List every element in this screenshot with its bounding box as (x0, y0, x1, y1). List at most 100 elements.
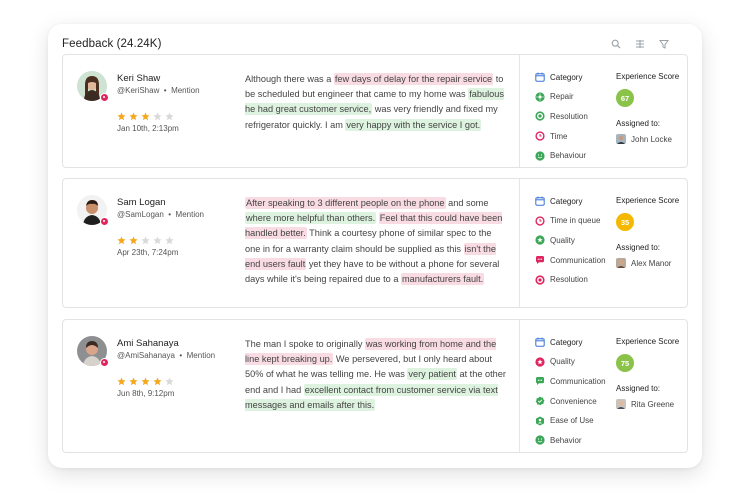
clock-icon (535, 131, 545, 141)
category-item[interactable]: Ease of Use (535, 415, 615, 427)
handle-text: @KeriShaw (117, 86, 160, 95)
category-item-label: Resolution (550, 111, 588, 121)
category-item[interactable]: Time (535, 130, 615, 142)
target-icon (535, 111, 545, 121)
reviewer-handle: @SamLogan • Mention (117, 210, 204, 219)
feedback-card[interactable]: Ami Sahanaya @AmiSahanaya • Mention Jun … (62, 319, 688, 453)
category-item-label: Quality (550, 357, 575, 367)
columns-icon[interactable] (634, 38, 646, 50)
category-item-label: Time (550, 131, 568, 141)
category-list: Category Time in queue Quality Communicatio… (535, 195, 615, 286)
category-header: Category (535, 336, 615, 348)
category-item[interactable]: Resolution (535, 110, 615, 122)
assigned-to-label: Assigned to: (616, 243, 661, 252)
category-item-label: Resolution (550, 275, 588, 285)
panel-title: Feedback (24.24K) (62, 38, 162, 50)
category-item[interactable]: Communication (535, 375, 615, 387)
calendar-icon (535, 196, 545, 206)
experience-score-badge: 75 (616, 354, 634, 372)
gear-icon (535, 92, 545, 102)
score-section: Experience Score 67 Assigned to: John Lo… (616, 71, 696, 144)
positive-highlight[interactable]: very happy with the service I got. (345, 118, 482, 131)
mention-type: Mention (186, 351, 216, 360)
mention-type: Mention (171, 86, 200, 95)
category-item-label: Ease of Use (550, 416, 594, 426)
category-item-label: Quality (550, 235, 575, 245)
star-icon (141, 108, 150, 121)
experience-score-label: Experience Score (616, 72, 680, 81)
header-tools (610, 38, 670, 50)
handle-text: @AmiSahanaya (117, 351, 175, 360)
review-date: Apr 23th, 7:24pm (117, 248, 179, 257)
category-item[interactable]: Quality (535, 234, 615, 246)
reviewer-name[interactable]: Sam Logan (117, 197, 166, 208)
category-header: Category (535, 71, 615, 83)
category-item[interactable]: Repair (535, 91, 615, 103)
source-badge-icon (100, 358, 109, 367)
review-text: Although there was a few days of delay f… (245, 72, 507, 133)
assigned-to-label: Assigned to: (616, 384, 661, 393)
feedback-card[interactable]: Sam Logan @SamLogan • Mention Apr 23th, … (62, 178, 688, 308)
category-label: Category (550, 72, 583, 82)
star-icon (117, 232, 126, 245)
negative-highlight[interactable]: manufacturers fault. (401, 273, 485, 286)
category-item[interactable]: Quality (535, 356, 615, 368)
category-item[interactable]: Resolution (535, 274, 615, 286)
score-section: Experience Score 35 Assigned to: Alex Ma… (616, 195, 696, 268)
negative-highlight[interactable]: After speaking to 3 different people on … (245, 197, 446, 209)
category-label: Category (550, 337, 583, 347)
positive-highlight[interactable]: where more helpful than others. (245, 212, 377, 225)
category-label: Category (550, 196, 583, 206)
chat-icon (535, 255, 545, 265)
positive-highlight[interactable]: very patient (407, 368, 457, 381)
experience-score-label: Experience Score (616, 196, 680, 205)
category-item[interactable]: Time in queue (535, 215, 615, 227)
assignee[interactable]: Alex Manor (616, 258, 696, 268)
assignee-name: John Locke (631, 134, 672, 144)
category-item[interactable]: Behaviour (535, 150, 615, 162)
assignee-avatar (616, 399, 626, 409)
category-list: Category Repair Resolution Time Behaviour (535, 71, 615, 162)
avatar[interactable] (77, 336, 109, 367)
assignee[interactable]: John Locke (616, 134, 696, 144)
experience-score-label: Experience Score (616, 337, 680, 346)
smile-icon (535, 435, 545, 446)
review-date: Jan 10th, 2:13pm (117, 124, 179, 133)
star-rating (117, 108, 174, 121)
category-item[interactable]: Convenience (535, 395, 615, 407)
calendar-icon (535, 72, 545, 82)
category-item[interactable]: Communication (535, 254, 615, 266)
assignee[interactable]: Rita Greene (616, 399, 696, 409)
category-header: Category (535, 195, 615, 207)
review-segment: The man I spoke to originally (245, 339, 366, 349)
assignee-name: Alex Manor (631, 258, 672, 268)
category-item-label: Communication (550, 255, 606, 265)
star-icon (117, 108, 126, 121)
person-icon (535, 416, 545, 426)
avatar[interactable] (77, 71, 109, 102)
target-icon (535, 275, 545, 285)
search-icon[interactable] (610, 38, 622, 50)
star-badge-icon (535, 357, 545, 367)
reviewer-name[interactable]: Keri Shaw (117, 73, 160, 84)
calendar-icon (535, 337, 545, 347)
star-icon (153, 373, 162, 386)
star-icon (165, 373, 174, 386)
avatar[interactable] (77, 195, 109, 226)
reviewer-handle: @AmiSahanaya • Mention (117, 351, 216, 360)
negative-highlight[interactable]: few days of delay for the repair service (333, 73, 494, 85)
experience-score-badge: 35 (616, 213, 634, 231)
card-divider (519, 179, 520, 307)
category-item-label: Repair (550, 92, 574, 102)
feedback-card[interactable]: Keri Shaw @KeriShaw • Mention Jan 10th, … (62, 54, 688, 168)
filter-icon[interactable] (658, 38, 670, 50)
review-text: After speaking to 3 different people on … (245, 196, 507, 287)
category-item-label: Time in queue (550, 216, 601, 226)
source-badge-icon (100, 93, 109, 102)
category-item[interactable]: Behavior (535, 434, 615, 446)
reviewer-name[interactable]: Ami Sahanaya (117, 338, 179, 349)
star-icon (129, 232, 138, 245)
clock-icon (535, 216, 545, 226)
assignee-name: Rita Greene (631, 399, 675, 409)
check-badge-icon (535, 396, 545, 406)
